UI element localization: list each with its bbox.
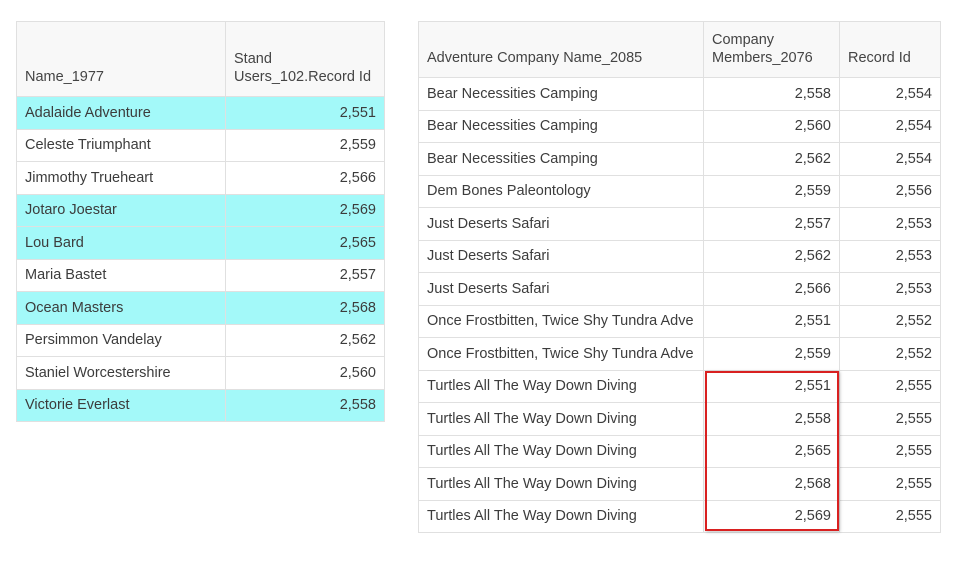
table-row[interactable]: Celeste Triumphant 2,559 [16, 128, 385, 162]
table-row[interactable]: Once Frostbitten, Twice Shy Tundra Adve 2… [418, 337, 941, 371]
cell-company-members[interactable]: 2,559 [703, 337, 840, 371]
cell-company-members[interactable]: 2,566 [703, 272, 840, 306]
cell-record-id[interactable]: 2,555 [839, 369, 941, 403]
cell-name[interactable]: Ocean Masters [16, 291, 226, 325]
table-row[interactable]: Turtles All The Way Down Diving 2,565 2,55… [418, 434, 941, 468]
table-row[interactable]: Adalaide Adventure 2,551 [16, 96, 385, 130]
cell-name[interactable]: Lou Bard [16, 226, 226, 260]
cell-company-name[interactable]: Just Deserts Safari [418, 207, 704, 241]
cell-record-id[interactable]: 2,560 [225, 356, 385, 390]
table-row[interactable]: Ocean Masters 2,568 [16, 291, 385, 325]
right-table-header-row: Adventure Company Name_2085 Company Memb… [418, 21, 941, 78]
cell-company-members[interactable]: 2,557 [703, 207, 840, 241]
table-row[interactable]: Jimmothy Trueheart 2,566 [16, 161, 385, 195]
table-row[interactable]: Maria Bastet 2,557 [16, 258, 385, 292]
table-row[interactable]: Bear Necessities Camping 2,558 2,554 [418, 77, 941, 111]
table-row[interactable]: Bear Necessities Camping 2,562 2,554 [418, 142, 941, 176]
cell-name[interactable]: Persimmon Vandelay [16, 323, 226, 357]
cell-company-name[interactable]: Turtles All The Way Down Diving [418, 499, 704, 533]
column-header-name[interactable]: Name_1977 [16, 21, 226, 97]
cell-record-id[interactable]: 2,553 [839, 272, 941, 306]
cell-name[interactable]: Maria Bastet [16, 258, 226, 292]
column-header-record-id[interactable]: Record Id [839, 21, 941, 78]
cell-record-id[interactable]: 2,551 [225, 96, 385, 130]
cell-record-id[interactable]: 2,553 [839, 207, 941, 241]
cell-name[interactable]: Celeste Triumphant [16, 128, 226, 162]
cell-record-id[interactable]: 2,555 [839, 467, 941, 501]
cell-record-id[interactable]: 2,565 [225, 226, 385, 260]
cell-record-id[interactable]: 2,552 [839, 337, 941, 371]
column-header-company-name[interactable]: Adventure Company Name_2085 [418, 21, 704, 78]
cell-record-id[interactable]: 2,554 [839, 77, 941, 111]
cell-company-name[interactable]: Turtles All The Way Down Diving [418, 369, 704, 403]
cell-company-name[interactable]: Bear Necessities Camping [418, 77, 704, 111]
cell-company-name[interactable]: Turtles All The Way Down Diving [418, 434, 704, 468]
cell-company-members[interactable]: 2,569 [703, 499, 840, 533]
table-row[interactable]: Turtles All The Way Down Diving 2,569 2,55… [418, 499, 941, 533]
cell-company-members[interactable]: 2,562 [703, 142, 840, 176]
cell-record-id[interactable]: 2,557 [225, 258, 385, 292]
table-row[interactable]: Persimmon Vandelay 2,562 [16, 323, 385, 357]
table-row[interactable]: Bear Necessities Camping 2,560 2,554 [418, 109, 941, 143]
cell-company-name[interactable]: Just Deserts Safari [418, 272, 704, 306]
table-row[interactable]: Once Frostbitten, Twice Shy Tundra Adve 2… [418, 304, 941, 338]
table-row[interactable]: Just Deserts Safari 2,566 2,553 [418, 272, 941, 306]
cell-company-members[interactable]: 2,551 [703, 304, 840, 338]
cell-company-members[interactable]: 2,558 [703, 402, 840, 436]
cell-name[interactable]: Jimmothy Trueheart [16, 161, 226, 195]
table-row[interactable]: Just Deserts Safari 2,562 2,553 [418, 239, 941, 273]
cell-record-id[interactable]: 2,568 [225, 291, 385, 325]
cell-record-id[interactable]: 2,553 [839, 239, 941, 273]
column-header-company-members[interactable]: Company Members_2076 [703, 21, 840, 78]
table-row[interactable]: Turtles All The Way Down Diving 2,558 2,55… [418, 402, 941, 436]
cell-company-name[interactable]: Dem Bones Paleontology [418, 174, 704, 208]
cell-record-id[interactable]: 2,555 [839, 434, 941, 468]
cell-company-name[interactable]: Turtles All The Way Down Diving [418, 467, 704, 501]
table-row[interactable]: Staniel Worcestershire 2,560 [16, 356, 385, 390]
cell-record-id[interactable]: 2,554 [839, 142, 941, 176]
cell-company-members[interactable]: 2,558 [703, 77, 840, 111]
table-row[interactable]: Victorie Everlast 2,558 [16, 388, 385, 422]
cell-record-id[interactable]: 2,566 [225, 161, 385, 195]
cell-record-id[interactable]: 2,569 [225, 193, 385, 227]
cell-company-members[interactable]: 2,551 [703, 369, 840, 403]
cell-company-members[interactable]: 2,562 [703, 239, 840, 273]
cell-name[interactable]: Staniel Worcestershire [16, 356, 226, 390]
cell-company-members[interactable]: 2,568 [703, 467, 840, 501]
cell-record-id[interactable]: 2,555 [839, 402, 941, 436]
table-row[interactable]: Dem Bones Paleontology 2,559 2,556 [418, 174, 941, 208]
cell-name[interactable]: Victorie Everlast [16, 388, 226, 422]
cell-company-name[interactable]: Turtles All The Way Down Diving [418, 402, 704, 436]
cell-record-id[interactable]: 2,556 [839, 174, 941, 208]
cell-company-name[interactable]: Bear Necessities Camping [418, 109, 704, 143]
cell-company-members[interactable]: 2,560 [703, 109, 840, 143]
table-row[interactable]: Jotaro Joestar 2,569 [16, 193, 385, 227]
right-table: Adventure Company Name_2085 Company Memb… [418, 21, 941, 533]
cell-name[interactable]: Adalaide Adventure [16, 96, 226, 130]
cell-company-name[interactable]: Bear Necessities Camping [418, 142, 704, 176]
left-table-header-row: Name_1977 Stand Users_102.Record Id [16, 21, 385, 97]
cell-company-members[interactable]: 2,565 [703, 434, 840, 468]
cell-name[interactable]: Jotaro Joestar [16, 193, 226, 227]
cell-company-name[interactable]: Once Frostbitten, Twice Shy Tundra Adve [418, 304, 704, 338]
cell-company-members[interactable]: 2,559 [703, 174, 840, 208]
left-table: Name_1977 Stand Users_102.Record Id Adal… [16, 21, 385, 422]
column-header-record-id[interactable]: Stand Users_102.Record Id [225, 21, 385, 97]
cell-record-id[interactable]: 2,562 [225, 323, 385, 357]
table-row[interactable]: Turtles All The Way Down Diving 2,568 2,55… [418, 467, 941, 501]
table-row[interactable]: Turtles All The Way Down Diving 2,551 2,55… [418, 369, 941, 403]
table-row[interactable]: Just Deserts Safari 2,557 2,553 [418, 207, 941, 241]
cell-record-id[interactable]: 2,558 [225, 388, 385, 422]
cell-record-id[interactable]: 2,555 [839, 499, 941, 533]
cell-record-id[interactable]: 2,552 [839, 304, 941, 338]
cell-company-name[interactable]: Just Deserts Safari [418, 239, 704, 273]
cell-record-id[interactable]: 2,554 [839, 109, 941, 143]
cell-record-id[interactable]: 2,559 [225, 128, 385, 162]
cell-company-name[interactable]: Once Frostbitten, Twice Shy Tundra Adve [418, 337, 704, 371]
table-row[interactable]: Lou Bard 2,565 [16, 226, 385, 260]
